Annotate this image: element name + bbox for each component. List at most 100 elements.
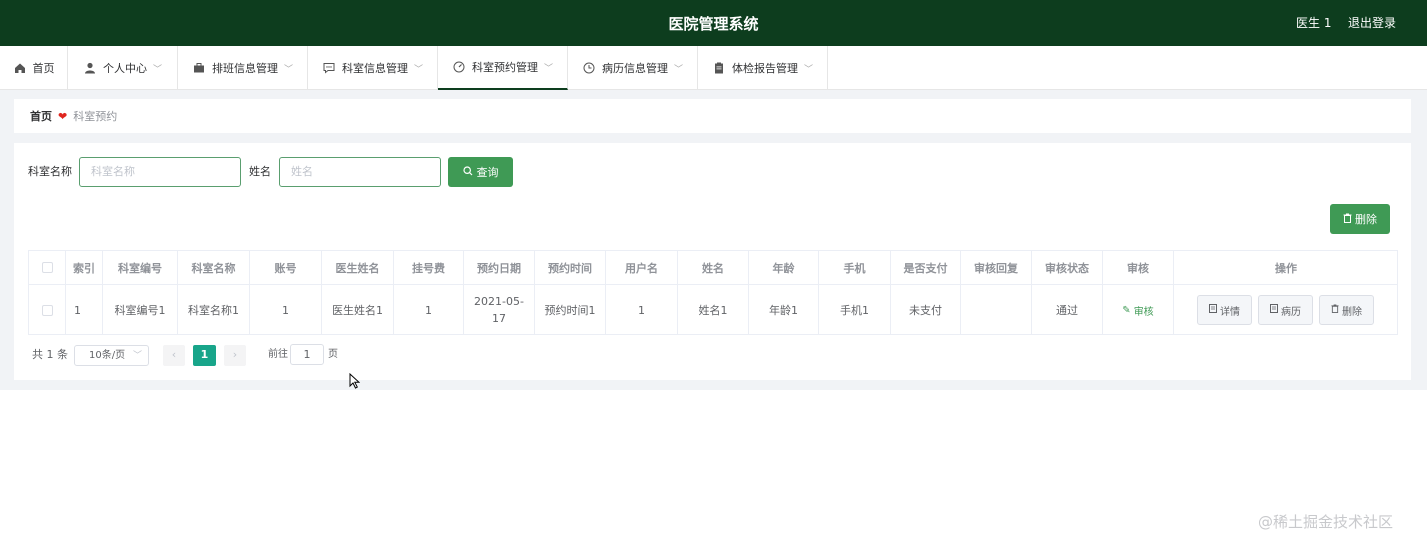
user-icon bbox=[83, 61, 97, 75]
table-cell: 1 bbox=[66, 285, 103, 335]
clock-icon bbox=[582, 61, 596, 75]
trash-icon bbox=[1343, 213, 1352, 226]
name-label: 姓名 bbox=[249, 165, 271, 178]
header-checkbox-cell bbox=[29, 251, 66, 285]
nav-label: 排班信息管理 bbox=[211, 62, 278, 75]
breadcrumb-home[interactable]: 首页 bbox=[30, 108, 52, 124]
query-label: 查询 bbox=[476, 166, 499, 179]
edit-icon: ✎ bbox=[1122, 304, 1131, 316]
briefcase-icon bbox=[192, 61, 206, 75]
dept-name-label: 科室名称 bbox=[28, 165, 72, 178]
table-cell: 未支付 bbox=[891, 285, 961, 335]
logout-link[interactable]: 退出登录 bbox=[1348, 0, 1396, 46]
heart-icon: ❤ bbox=[58, 109, 68, 123]
chevron-down-icon: ﹀ bbox=[283, 64, 293, 75]
nav-label: 个人中心 bbox=[102, 62, 147, 75]
chevron-down-icon: ﹀ bbox=[413, 64, 423, 75]
nav-checkup-report[interactable]: 体检报告管理 ﹀ bbox=[698, 46, 828, 90]
column-header: 预约日期 bbox=[464, 251, 535, 285]
chevron-right-icon: › bbox=[232, 348, 238, 361]
table-cell: 1 bbox=[606, 285, 678, 335]
column-header: 手机 bbox=[819, 251, 891, 285]
table-cell: 手机1 bbox=[819, 285, 891, 335]
goto-page-input[interactable]: 1 bbox=[290, 344, 324, 365]
query-button[interactable]: 查询 bbox=[448, 157, 513, 187]
breadcrumb: 首页 ❤ 科室预约 bbox=[14, 99, 1411, 133]
next-page-button[interactable]: › bbox=[224, 345, 246, 366]
row-delete-button[interactable]: 删除 bbox=[1319, 295, 1374, 325]
dept-name-input[interactable]: 科室名称 bbox=[79, 157, 241, 187]
page-size-select[interactable]: 10条/页 ﹀ bbox=[74, 345, 149, 366]
audit-link[interactable]: ✎ 审核 bbox=[1103, 285, 1174, 335]
prev-page-button[interactable]: ‹ bbox=[163, 345, 185, 366]
nav-label: 体检报告管理 bbox=[731, 62, 798, 75]
main-nav: 首页 个人中心 ﹀ 排班信息管理 ﹀ 科室信息管理 ﹀ 科室预约管理 ﹀ 病历信… bbox=[0, 46, 1427, 90]
column-header: 操作 bbox=[1174, 251, 1398, 285]
chevron-down-icon: ﹀ bbox=[132, 351, 142, 361]
record-button[interactable]: 病历 bbox=[1258, 295, 1313, 325]
table-cell: 1 bbox=[250, 285, 322, 335]
column-header: 姓名 bbox=[678, 251, 749, 285]
appointment-table: 索引 科室编号 科室名称 账号 医生姓名 挂号费 预约日期 预约时间 用户名 姓… bbox=[28, 250, 1398, 335]
page-number-current[interactable]: 1 bbox=[193, 345, 216, 366]
table-cell: 医生姓名1 bbox=[322, 285, 394, 335]
chat-icon bbox=[322, 61, 336, 75]
app-title: 医院管理系统 bbox=[668, 15, 759, 33]
column-header: 预约时间 bbox=[535, 251, 606, 285]
column-header: 挂号费 bbox=[394, 251, 464, 285]
search-icon bbox=[462, 165, 473, 179]
column-header: 审核 bbox=[1103, 251, 1174, 285]
nav-label: 科室预约管理 bbox=[471, 61, 538, 74]
page-unit-label: 页 bbox=[328, 349, 338, 360]
chevron-down-icon: ﹀ bbox=[152, 64, 162, 75]
column-header: 索引 bbox=[66, 251, 103, 285]
name-input[interactable]: 姓名 bbox=[279, 157, 441, 187]
column-header: 科室名称 bbox=[178, 251, 250, 285]
home-icon bbox=[13, 61, 27, 75]
nav-medical-record[interactable]: 病历信息管理 ﹀ bbox=[568, 46, 698, 90]
watermark: @稀土掘金技术社区 bbox=[1258, 513, 1394, 531]
table-cell: 通过 bbox=[1032, 285, 1103, 335]
record-label: 病历 bbox=[1281, 306, 1301, 318]
table-cell: 科室名称1 bbox=[178, 285, 250, 335]
chevron-down-icon: ﹀ bbox=[673, 64, 683, 75]
chevron-down-icon: ﹀ bbox=[543, 63, 553, 74]
top-header: 医院管理系统 医生 1 退出登录 bbox=[0, 0, 1427, 46]
column-header: 是否支付 bbox=[891, 251, 961, 285]
document-icon bbox=[1270, 304, 1278, 316]
select-all-checkbox[interactable] bbox=[41, 262, 53, 273]
table-cell: 姓名1 bbox=[678, 285, 749, 335]
chevron-left-icon: ‹ bbox=[171, 348, 177, 361]
column-header: 审核状态 bbox=[1032, 251, 1103, 285]
row-checkbox-cell bbox=[29, 285, 66, 335]
table-cell: 1 bbox=[394, 285, 464, 335]
audit-label: 审核 bbox=[1133, 306, 1154, 318]
detail-button[interactable]: 详情 bbox=[1197, 295, 1252, 325]
delete-button[interactable]: 删除 bbox=[1330, 204, 1390, 234]
clipboard-icon bbox=[712, 61, 726, 75]
column-header: 年龄 bbox=[749, 251, 819, 285]
column-header: 审核回复 bbox=[961, 251, 1032, 285]
nav-label: 科室信息管理 bbox=[341, 62, 408, 75]
column-header: 科室编号 bbox=[103, 251, 178, 285]
current-user: 医生 1 bbox=[1296, 16, 1332, 30]
table-cell: 年龄1 bbox=[749, 285, 819, 335]
nav-label: 病历信息管理 bbox=[601, 62, 668, 75]
delete-label: 删除 bbox=[1342, 306, 1362, 318]
mouse-cursor-icon bbox=[349, 372, 361, 393]
dashboard-icon bbox=[452, 60, 466, 74]
column-header: 账号 bbox=[250, 251, 322, 285]
nav-appointment[interactable]: 科室预约管理 ﹀ bbox=[438, 46, 568, 90]
nav-label: 首页 bbox=[32, 62, 55, 75]
goto-label: 前往 bbox=[268, 349, 288, 360]
row-checkbox[interactable] bbox=[41, 304, 53, 316]
nav-department[interactable]: 科室信息管理 ﹀ bbox=[308, 46, 438, 90]
nav-personal-center[interactable]: 个人中心 ﹀ bbox=[68, 46, 178, 90]
nav-home[interactable]: 首页 bbox=[0, 46, 68, 90]
delete-label: 删除 bbox=[1355, 213, 1377, 226]
total-count: 共 1 条 bbox=[32, 348, 68, 361]
chevron-down-icon: ﹀ bbox=[803, 64, 813, 75]
table-cell: 预约时间1 bbox=[535, 285, 606, 335]
nav-schedule[interactable]: 排班信息管理 ﹀ bbox=[178, 46, 308, 90]
detail-label: 详情 bbox=[1220, 306, 1240, 318]
